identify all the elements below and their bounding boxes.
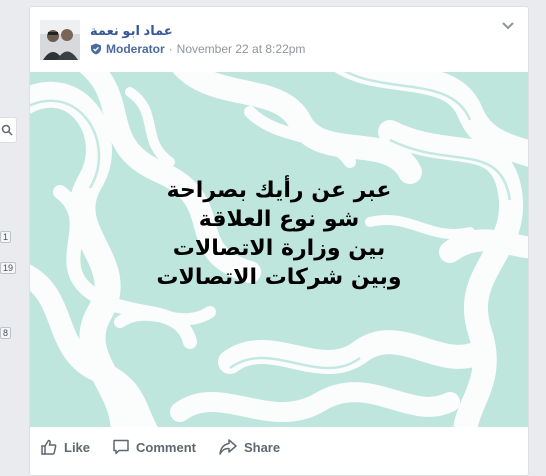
author-name[interactable]: عماد ابو نعمة bbox=[90, 23, 173, 39]
count-badge[interactable]: 8 bbox=[0, 327, 12, 339]
share-label: Share bbox=[243, 439, 281, 455]
post-meta: Moderator · November 22 at 8:22pm bbox=[90, 41, 305, 57]
avatar[interactable] bbox=[40, 20, 80, 60]
search-button[interactable] bbox=[0, 117, 17, 143]
post-text: عبر عن رأيك بصراحة شو نوع العلاقة بين وز… bbox=[30, 176, 528, 292]
post-options-button[interactable] bbox=[498, 19, 518, 33]
post-image[interactable]: عبر عن رأيك بصراحة شو نوع العلاقة بين وز… bbox=[30, 72, 528, 427]
post-text-line: عبر عن رأيك بصراحة bbox=[166, 178, 392, 203]
comment-label: Comment bbox=[136, 439, 196, 455]
like-button[interactable]: Like bbox=[40, 433, 90, 461]
post-card: عماد ابو نعمة Moderator · November 22 at… bbox=[29, 6, 529, 476]
thumbs-up-icon bbox=[41, 439, 57, 455]
post-timestamp[interactable]: November 22 at 8:22pm bbox=[177, 42, 306, 56]
share-icon bbox=[219, 439, 237, 455]
search-icon bbox=[1, 124, 13, 136]
post-text-line: بين وزارة الاتصالات bbox=[172, 236, 386, 261]
moderator-label[interactable]: Moderator bbox=[106, 42, 165, 56]
post-text-line: شو نوع العلاقة bbox=[198, 207, 360, 232]
count-badge[interactable]: 1 bbox=[0, 231, 12, 243]
moderator-badge-icon bbox=[91, 43, 101, 55]
comment-button[interactable]: Comment bbox=[112, 433, 196, 461]
count-badge[interactable]: 19 bbox=[0, 262, 17, 274]
comment-icon bbox=[113, 439, 129, 455]
post-header: عماد ابو نعمة Moderator · November 22 at… bbox=[30, 7, 528, 71]
meta-separator: · bbox=[168, 42, 173, 56]
share-button[interactable]: Share bbox=[218, 433, 280, 461]
left-rail: 1 19 8 bbox=[0, 0, 20, 469]
post-actions: Like Comment Share bbox=[30, 427, 528, 467]
avatar-image bbox=[40, 20, 80, 60]
chevron-down-icon bbox=[502, 22, 514, 30]
like-label: Like bbox=[64, 439, 91, 455]
post-text-line: وبين شركات الاتصالات bbox=[156, 265, 402, 290]
